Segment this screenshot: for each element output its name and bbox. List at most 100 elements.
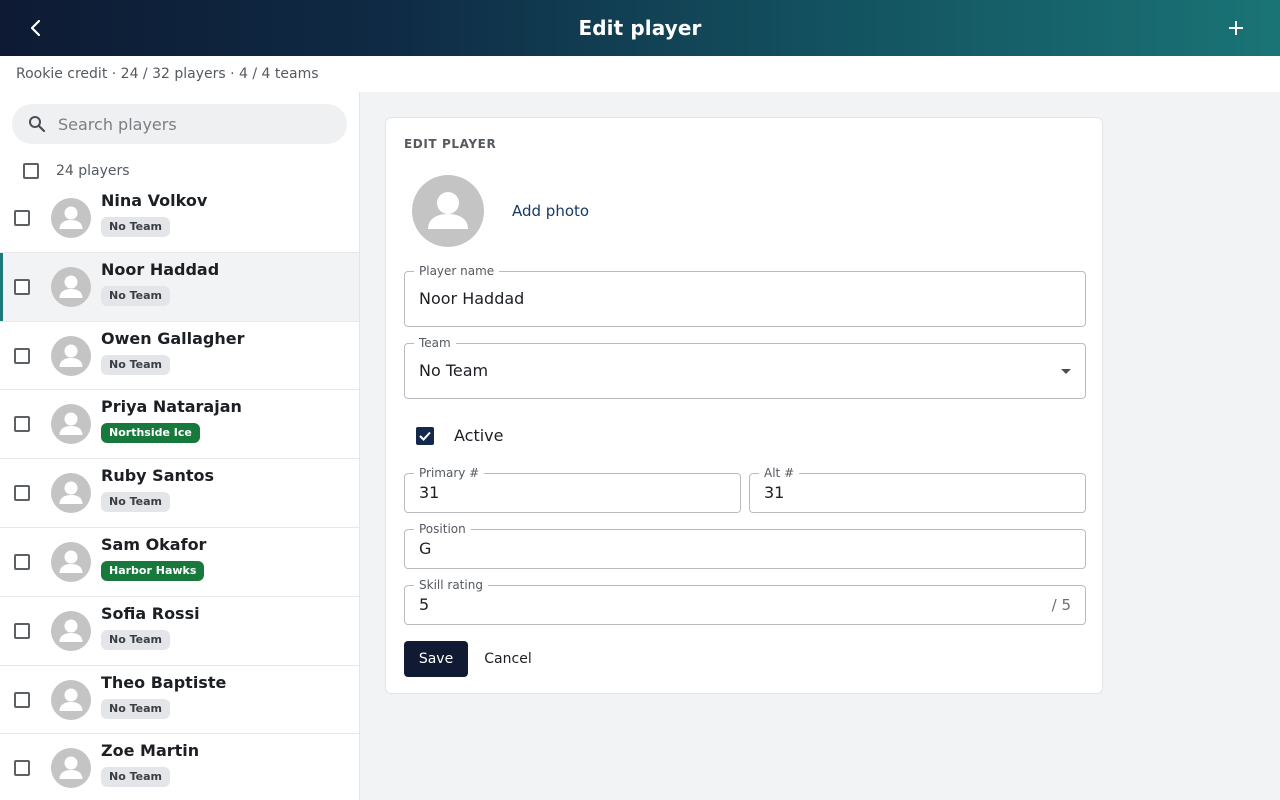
player-row[interactable]: Sam Okafor Harbor Hawks bbox=[0, 528, 359, 597]
team-badge: No Team bbox=[101, 354, 170, 375]
player-checkbox[interactable] bbox=[14, 347, 30, 364]
dropdown-caret-icon bbox=[1061, 369, 1071, 374]
player-info: Nina Volkov No Team bbox=[101, 190, 207, 237]
position-label: Position bbox=[414, 522, 471, 536]
player-info: Zoe Martin No Team bbox=[101, 740, 199, 788]
player-row[interactable]: Owen Gallagher No Team bbox=[0, 322, 359, 391]
skill-rating-max: / 5 bbox=[1051, 596, 1071, 614]
check-icon bbox=[419, 431, 431, 441]
player-name: Ruby Santos bbox=[101, 466, 215, 486]
active-toggle[interactable]: Active bbox=[416, 426, 504, 445]
player-name: Priya Natarajan bbox=[101, 397, 242, 417]
player-avatar bbox=[51, 266, 91, 307]
person-icon bbox=[59, 688, 83, 711]
alt-number-field[interactable]: Alt # 31 bbox=[749, 466, 1086, 513]
player-avatar bbox=[51, 404, 91, 445]
position-field[interactable]: Position G bbox=[404, 522, 1086, 569]
player-info: Sofia Rossi No Team bbox=[101, 603, 200, 650]
person-icon bbox=[59, 481, 83, 505]
add-player-button[interactable] bbox=[1220, 12, 1252, 44]
player-row[interactable]: Priya Natarajan Northside Ice bbox=[0, 390, 359, 460]
alt-number-label: Alt # bbox=[759, 466, 800, 480]
plus-icon bbox=[1229, 21, 1243, 35]
search-icon bbox=[29, 116, 46, 133]
player-list: Nina Volkov No Team Noor Haddad No Team Owen… bbox=[0, 184, 359, 800]
active-checkbox[interactable] bbox=[416, 426, 434, 445]
player-info: Noor Haddad No Team bbox=[101, 259, 219, 306]
select-all-checkbox[interactable] bbox=[23, 163, 39, 179]
active-label: Active bbox=[454, 426, 504, 445]
team-value: No Team bbox=[419, 361, 489, 380]
primary-number-field[interactable]: Primary # 31 bbox=[404, 466, 741, 513]
person-icon bbox=[59, 344, 83, 367]
player-checkbox[interactable] bbox=[14, 760, 30, 777]
player-info: Sam Okafor Harbor Hawks bbox=[101, 534, 206, 581]
player-checkbox[interactable] bbox=[14, 553, 30, 570]
player-checkbox[interactable] bbox=[14, 210, 30, 226]
player-row[interactable]: Theo Baptiste No Team bbox=[0, 666, 359, 735]
player-avatar[interactable] bbox=[412, 175, 484, 247]
player-info: Priya Natarajan Northside Ice bbox=[101, 396, 242, 444]
player-sidebar: 24 players Nina VolkovNo TeamNoor Haddad… bbox=[0, 92, 360, 800]
main-content: EDIT PLAYER Add photo Player name Noor H… bbox=[360, 92, 1280, 800]
select-all-row: 24 players bbox=[0, 158, 359, 184]
primary-number-value: 31 bbox=[419, 483, 440, 502]
player-info: Owen Gallagher No Team bbox=[101, 328, 244, 375]
person-icon bbox=[59, 619, 83, 642]
skill-rating-label: Skill rating bbox=[414, 578, 488, 592]
person-icon bbox=[59, 206, 83, 229]
team-badge: Northside Ice bbox=[101, 423, 200, 444]
team-badge: No Team bbox=[101, 217, 170, 237]
player-name: Nina Volkov bbox=[101, 191, 208, 210]
player-row[interactable]: Noor Haddad No Team bbox=[0, 252, 359, 322]
player-info: Theo Baptiste No Team bbox=[101, 672, 226, 719]
team-badge: Harbor Hawks bbox=[101, 560, 205, 581]
skill-rating-value: 5 bbox=[419, 595, 430, 614]
search-bar[interactable] bbox=[12, 104, 347, 144]
player-row[interactable]: Nina Volkov No Team bbox=[0, 184, 359, 253]
save-button[interactable]: Save bbox=[404, 641, 468, 677]
team-badge: No Team bbox=[101, 698, 170, 719]
player-row[interactable]: Ruby Santos No Team bbox=[0, 459, 359, 528]
team-select[interactable]: Team No Team bbox=[404, 336, 1086, 399]
player-info: Ruby Santos No Team bbox=[101, 465, 215, 513]
player-avatar bbox=[51, 748, 91, 789]
team-badge: No Team bbox=[101, 285, 170, 306]
back-button[interactable] bbox=[20, 12, 52, 44]
player-checkbox[interactable] bbox=[14, 416, 30, 433]
player-avatar bbox=[51, 541, 91, 582]
skill-rating-field[interactable]: Skill rating 5 / 5 bbox=[404, 578, 1086, 625]
person-icon bbox=[59, 756, 83, 780]
player-name-value: Noor Haddad bbox=[419, 289, 525, 308]
app-bar: Edit player bbox=[0, 0, 1280, 56]
player-avatar bbox=[51, 610, 91, 651]
person-icon bbox=[59, 412, 83, 436]
player-checkbox[interactable] bbox=[14, 622, 30, 639]
edit-player-card: EDIT PLAYER Add photo Player name Noor H… bbox=[385, 117, 1103, 694]
player-checkbox[interactable] bbox=[14, 485, 30, 502]
league-summary: Rookie credit · 24 / 32 players · 4 / 4 … bbox=[0, 56, 1280, 92]
player-name: Noor Haddad bbox=[101, 259, 220, 279]
player-name: Sofia Rossi bbox=[101, 603, 200, 623]
player-checkbox[interactable] bbox=[14, 278, 30, 295]
cancel-button[interactable]: Cancel bbox=[474, 641, 542, 677]
person-icon bbox=[59, 550, 83, 573]
player-row[interactable]: Zoe Martin No Team bbox=[0, 734, 359, 800]
page-title: Edit player bbox=[578, 16, 702, 40]
add-photo-link[interactable]: Add photo bbox=[512, 202, 589, 220]
player-count: 24 players bbox=[56, 163, 130, 179]
search-input[interactable] bbox=[58, 114, 318, 134]
player-row[interactable]: Sofia Rossi No Team bbox=[0, 597, 359, 666]
chevron-left-icon bbox=[30, 19, 41, 37]
alt-number-value: 31 bbox=[764, 483, 785, 502]
player-avatar bbox=[51, 679, 91, 720]
player-avatar bbox=[51, 198, 91, 238]
player-avatar bbox=[51, 473, 91, 514]
player-name: Theo Baptiste bbox=[101, 672, 227, 692]
person-icon bbox=[428, 192, 468, 229]
team-label: Team bbox=[414, 336, 456, 350]
player-name-field[interactable]: Player name Noor Haddad bbox=[404, 264, 1086, 327]
player-checkbox[interactable] bbox=[14, 691, 30, 708]
position-value: G bbox=[419, 539, 432, 558]
player-avatar bbox=[51, 335, 91, 376]
